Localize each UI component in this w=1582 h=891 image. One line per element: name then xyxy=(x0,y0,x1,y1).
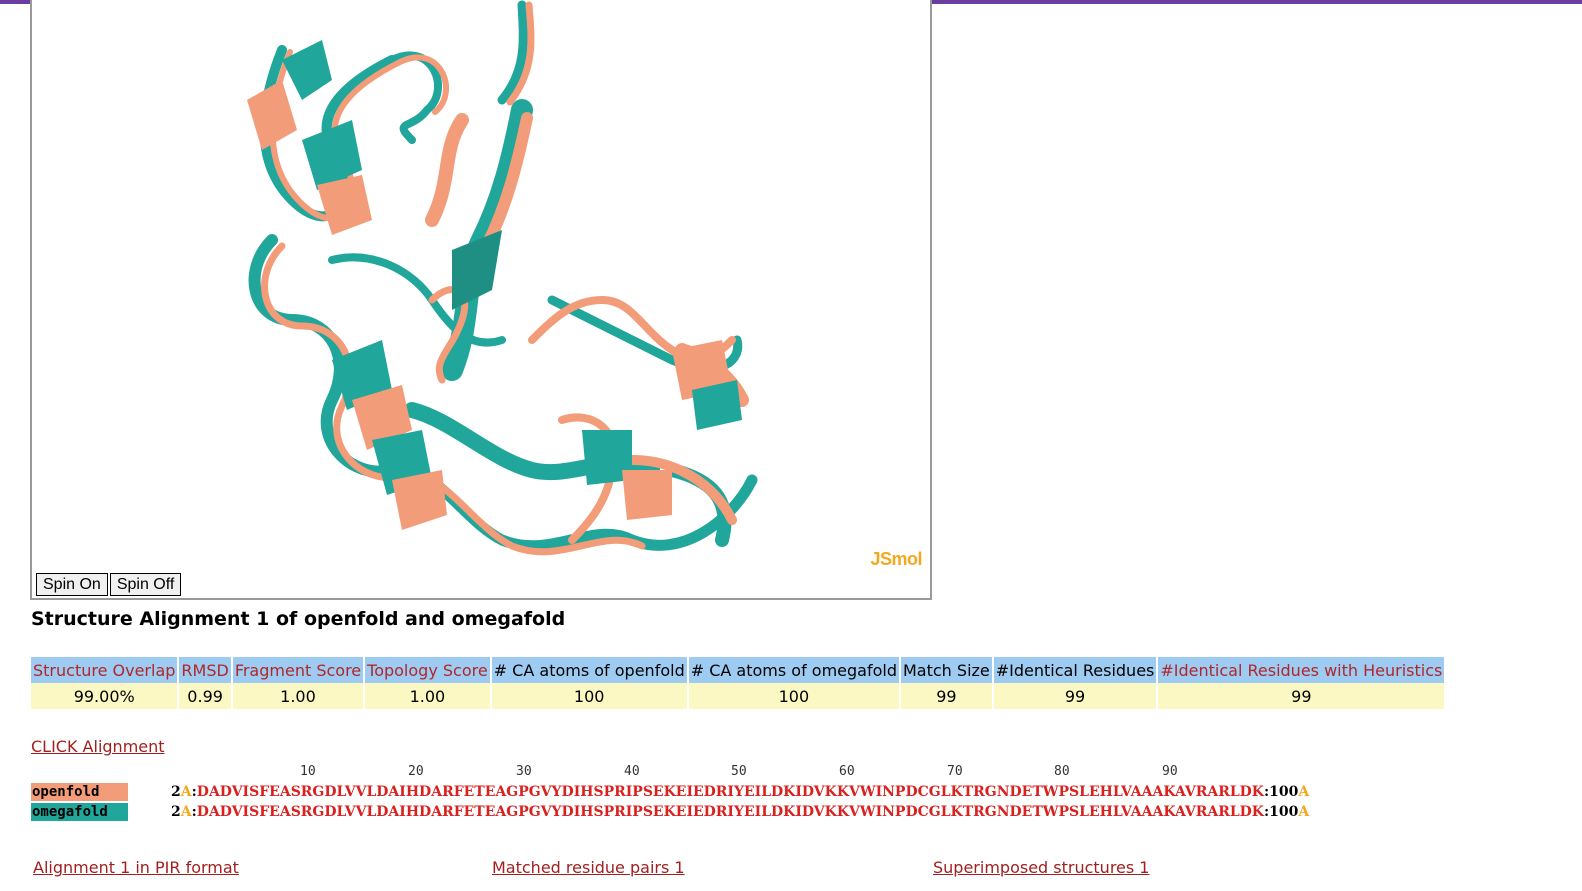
click-alignment-link[interactable]: CLICK Alignment xyxy=(31,737,165,756)
alignment-scores-table: Structure Overlap RMSD Fragment Score To… xyxy=(29,657,1446,709)
ruler-tick: 20 xyxy=(408,764,424,779)
ruler-tick: 30 xyxy=(516,764,532,779)
header-fragment-score[interactable]: Fragment Score xyxy=(232,657,364,683)
protein-structure-render[interactable] xyxy=(32,0,930,598)
header-match-size: Match Size xyxy=(901,657,992,683)
sequence-end: 100 xyxy=(1269,804,1299,820)
value-rmsd: 0.99 xyxy=(179,683,231,709)
jsmol-viewer[interactable]: JSmol Spin On Spin Off xyxy=(30,0,932,600)
sequence-openfold: 2A:DADVISFEASRGDLVVLDAIHDARFETEAGPGVYDIH… xyxy=(171,784,1310,800)
header-rmsd[interactable]: RMSD xyxy=(179,657,231,683)
pir-format-link[interactable]: Alignment 1 in PIR format xyxy=(33,858,239,877)
value-structure-overlap: 99.00% xyxy=(31,683,178,709)
value-identical-residues-heuristics: 99 xyxy=(1158,683,1445,709)
header-structure-overlap[interactable]: Structure Overlap xyxy=(31,657,178,683)
sequence-residues: DADVISFEASRGDLVVLDAIHDARFETEAGPGVYDIHSPR… xyxy=(196,784,1264,800)
spin-controls: Spin On Spin Off xyxy=(36,573,182,596)
value-fragment-score: 1.00 xyxy=(232,683,364,709)
table-header-row: Structure Overlap RMSD Fragment Score To… xyxy=(31,657,1445,683)
value-ca-atoms-omegafold: 100 xyxy=(688,683,899,709)
ruler-tick: 70 xyxy=(947,764,963,779)
header-ca-atoms-openfold: # CA atoms of openfold xyxy=(491,657,687,683)
header-identical-residues: #Identical Residues xyxy=(993,657,1157,683)
ruler-tick: 40 xyxy=(624,764,640,779)
sequence-ruler: 10 20 30 40 50 60 70 80 90 xyxy=(0,764,1400,780)
header-topology-score[interactable]: Topology Score xyxy=(365,657,490,683)
value-topology-score: 1.00 xyxy=(365,683,490,709)
ruler-tick: 10 xyxy=(300,764,316,779)
sequence-end: 100 xyxy=(1269,784,1299,800)
sequence-chain: A xyxy=(180,784,192,800)
header-ca-atoms-omegafold: # CA atoms of omegafold xyxy=(688,657,899,683)
sequence-start: 2 xyxy=(171,784,181,800)
spin-off-button[interactable]: Spin Off xyxy=(109,573,182,596)
sequence-omegafold: 2A:DADVISFEASRGDLVVLDAIHDARFETEAGPGVYDIH… xyxy=(171,804,1310,820)
sequence-residues: DADVISFEASRGDLVVLDAIHDARFETEAGPGVYDIHSPR… xyxy=(196,804,1264,820)
ruler-tick: 90 xyxy=(1162,764,1178,779)
sequence-label-omegafold: omegafold xyxy=(31,803,128,821)
ruler-tick: 50 xyxy=(731,764,747,779)
sequence-end-chain: A xyxy=(1298,784,1310,800)
page-title: Structure Alignment 1 of openfold and om… xyxy=(31,608,566,630)
ruler-tick: 60 xyxy=(839,764,855,779)
value-ca-atoms-openfold: 100 xyxy=(491,683,687,709)
value-identical-residues: 99 xyxy=(993,683,1157,709)
sequence-start: 2 xyxy=(171,804,181,820)
header-identical-residues-heuristics[interactable]: #Identical Residues with Heuristics xyxy=(1158,657,1445,683)
table-row: 99.00% 0.99 1.00 1.00 100 100 99 99 99 xyxy=(31,683,1445,709)
jsmol-logo: JSmol xyxy=(870,549,922,569)
value-match-size: 99 xyxy=(901,683,992,709)
sequence-label-openfold: openfold xyxy=(31,783,128,801)
ruler-tick: 80 xyxy=(1054,764,1070,779)
matched-residue-pairs-link[interactable]: Matched residue pairs 1 xyxy=(492,858,685,877)
sequence-chain: A xyxy=(180,804,192,820)
spin-on-button[interactable]: Spin On xyxy=(36,573,108,596)
sequence-end-chain: A xyxy=(1298,804,1310,820)
superimposed-structures-link[interactable]: Superimposed structures 1 xyxy=(933,858,1149,877)
